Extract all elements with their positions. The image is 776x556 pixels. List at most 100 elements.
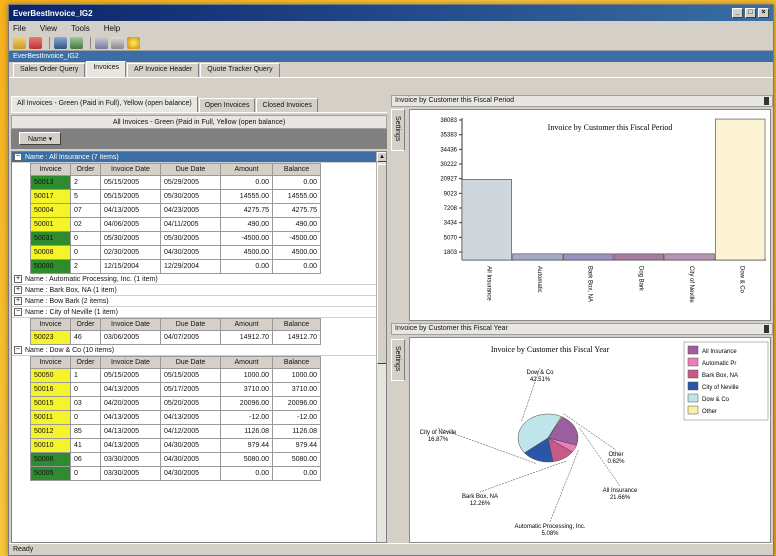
column-header[interactable]: Invoice Date: [100, 318, 161, 331]
column-header[interactable]: Order: [70, 356, 101, 369]
menu-help[interactable]: Help: [104, 24, 120, 33]
column-header[interactable]: Order: [70, 163, 101, 176]
charts-pane: Invoice by Customer this Fiscal Period S…: [391, 95, 773, 545]
column-header[interactable]: Due Date: [160, 356, 221, 369]
legend-swatch: [687, 369, 699, 379]
table-cell: 04/23/2005: [160, 203, 221, 218]
invoice-grid[interactable]: ▲ − Name : All Insurance (7 items) Invoice…: [11, 151, 387, 543]
group-row[interactable]: − Name : Dow & Co (10 items): [12, 345, 386, 356]
scroll-up-icon[interactable]: ▲: [377, 152, 386, 162]
group-by-name-label: Name: [28, 136, 47, 143]
column-header[interactable]: Invoice: [30, 163, 71, 176]
grid-scrollbar[interactable]: ▲: [376, 152, 386, 542]
menu-tools[interactable]: Tools: [71, 24, 90, 33]
column-header[interactable]: Invoice Date: [100, 356, 161, 369]
table-row[interactable]: 50001 02 04/06/2005 04/11/2005 490.00 490.00: [30, 217, 321, 232]
group-row[interactable]: − Name : All Insurance (7 items): [12, 152, 386, 163]
subtab-open-invoices[interactable]: Open Invoices: [198, 98, 256, 112]
x-tick-label: Dow & Co: [739, 266, 745, 294]
help-icon[interactable]: [127, 36, 140, 49]
table-row[interactable]: 50016 0 04/13/2005 05/17/2005 3710.00 3710.00: [30, 382, 321, 397]
table-row[interactable]: 50023 46 03/06/2005 04/07/2005 14912.70 14912…: [30, 330, 321, 345]
column-header[interactable]: Amount: [220, 163, 273, 176]
table-row[interactable]: 50000 2 12/15/2004 12/29/2004 0.00 0.00: [30, 259, 321, 274]
column-header[interactable]: Due Date: [160, 163, 221, 176]
expand-icon[interactable]: +: [14, 275, 22, 284]
collapse-icon[interactable]: −: [14, 346, 22, 355]
group-row[interactable]: − Name : City of Neville (1 item): [12, 307, 386, 318]
close-button[interactable]: ×: [758, 8, 769, 18]
table-cell: 05/17/2005: [160, 382, 221, 397]
menu-file[interactable]: File: [13, 24, 26, 33]
column-header[interactable]: Amount: [220, 356, 273, 369]
invoice-cell: 50010: [30, 438, 71, 453]
column-header[interactable]: Invoice Date: [100, 163, 161, 176]
table-cell: 14555.00: [220, 189, 273, 204]
table-row[interactable]: 50031 0 05/30/2005 05/30/2005 -4500.00 -4500.…: [30, 231, 321, 246]
column-header[interactable]: Balance: [272, 356, 321, 369]
tab-ap-invoice-header[interactable]: AP Invoice Header: [127, 63, 200, 77]
x-tick-label: Automatic: [536, 266, 542, 293]
column-header[interactable]: Balance: [272, 318, 321, 331]
table-cell: 1: [70, 368, 101, 383]
subtab-closed-invoices[interactable]: Closed Invoices: [256, 98, 318, 112]
column-header[interactable]: Invoice: [30, 318, 71, 331]
legend-swatch: [687, 345, 699, 355]
status-bar: Ready: [9, 543, 773, 555]
bar-chart-panel: Invoice by Customer this Fiscal Period S…: [391, 95, 773, 323]
collapse-icon[interactable]: −: [14, 153, 22, 162]
table-row[interactable]: 50006 06 03/30/2005 04/30/2005 5080.00 5080.0…: [30, 452, 321, 467]
pin-icon[interactable]: [764, 97, 769, 105]
minimize-button[interactable]: _: [732, 8, 743, 18]
group-label: Name : Bow Bark (2 items): [25, 298, 109, 305]
table-icon[interactable]: [70, 36, 83, 49]
table-row[interactable]: 50010 41 04/13/2005 04/30/2005 979.44 979.44: [30, 438, 321, 453]
tab-invoices[interactable]: Invoices: [86, 61, 127, 77]
bar-chart-settings-tab[interactable]: Settings: [391, 109, 405, 151]
maximize-button[interactable]: □: [745, 8, 756, 18]
save-icon[interactable]: [54, 36, 67, 49]
column-header[interactable]: Balance: [272, 163, 321, 176]
table-row[interactable]: 50012 85 04/13/2005 04/12/2005 1126.08 1126.0…: [30, 424, 321, 439]
slice-percent: 21.66%: [610, 495, 631, 501]
expand-icon[interactable]: +: [14, 297, 22, 306]
table-row[interactable]: 50008 0 02/30/2005 04/30/2005 4500.00 4500.00: [30, 245, 321, 260]
column-header[interactable]: Order: [70, 318, 101, 331]
table-cell: 12/15/2004: [100, 259, 161, 274]
edit-icon[interactable]: [29, 36, 42, 49]
table-row[interactable]: 50017 5 05/15/2005 05/30/2005 14555.00 14555.…: [30, 189, 321, 204]
print-preview-icon[interactable]: [111, 36, 124, 49]
table-cell: 5: [70, 189, 101, 204]
scroll-thumb[interactable]: [377, 164, 386, 364]
pie-chart-settings-tab[interactable]: Settings: [391, 339, 405, 381]
table-row[interactable]: 50013 2 05/15/2005 05/29/2005 0.00 0.00: [30, 175, 321, 190]
group-row[interactable]: + Name : Automatic Processing, Inc. (1 it…: [12, 274, 386, 285]
subtab-all-invoices[interactable]: All Invoices - Green (Paid in Full), Yel…: [11, 96, 198, 112]
collapse-icon[interactable]: −: [14, 308, 22, 317]
invoice-subtabs: All Invoices - Green (Paid in Full), Yel…: [11, 96, 387, 113]
table-cell: 04/30/2005: [160, 438, 221, 453]
tab-quote-tracker-query[interactable]: Quote Tracker Query: [200, 63, 280, 77]
tab-sales-order-query[interactable]: Sales Order Query: [13, 63, 86, 77]
group-by-name-chip[interactable]: Name ▾: [19, 132, 62, 145]
y-tick-label: 1803: [444, 250, 458, 256]
table-row[interactable]: 50011 0 04/13/2005 04/13/2005 -12.00 -12.00: [30, 410, 321, 425]
print-icon[interactable]: [95, 36, 108, 49]
open-folder-icon[interactable]: [13, 36, 26, 49]
table-row[interactable]: 50050 1 05/15/2005 05/15/2005 1000.00 1000.00: [30, 368, 321, 383]
main-tabs: Sales Order Query Invoices AP Invoice He…: [9, 61, 773, 78]
pin-icon[interactable]: [764, 325, 769, 333]
column-header[interactable]: Due Date: [160, 318, 221, 331]
table-row[interactable]: 50005 0 03/30/2005 04/30/2005 0.00 0.00: [30, 466, 321, 481]
table-row[interactable]: 50004 07 04/13/2005 04/23/2005 4275.75 4275.7…: [30, 203, 321, 218]
group-row[interactable]: + Name : Bow Bark (2 items): [12, 296, 386, 307]
column-header[interactable]: Invoice: [30, 356, 71, 369]
table-row[interactable]: 50015 03 04/20/2005 05/20/2005 20096.00 20096…: [30, 396, 321, 411]
column-header[interactable]: Amount: [220, 318, 273, 331]
group-row[interactable]: + Name : Bark Box, NA (1 item): [12, 285, 386, 296]
table-cell: 05/29/2005: [160, 175, 221, 190]
menu-view[interactable]: View: [40, 24, 57, 33]
expand-icon[interactable]: +: [14, 286, 22, 295]
table-cell: 04/30/2005: [160, 245, 221, 260]
table-cell: 05/30/2005: [160, 231, 221, 246]
